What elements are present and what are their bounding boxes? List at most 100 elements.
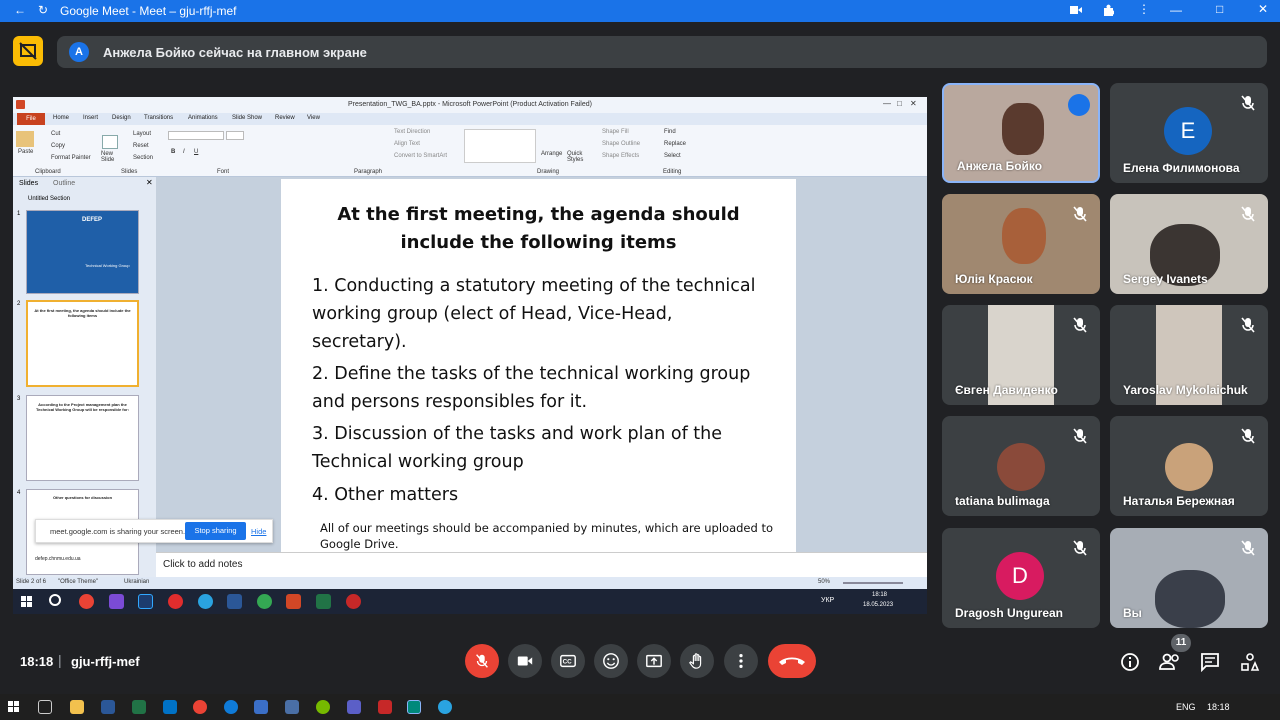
- paste-icon[interactable]: [16, 131, 34, 147]
- text-direction-button[interactable]: Text Direction: [394, 129, 430, 135]
- tab-insert[interactable]: Insert: [83, 115, 98, 121]
- participant-tile[interactable]: tatiana bulimaga: [942, 416, 1100, 516]
- align-text-button[interactable]: Align Text: [394, 141, 420, 147]
- task-view-icon[interactable]: [38, 700, 52, 714]
- search-icon[interactable]: [49, 594, 61, 606]
- format-painter-button[interactable]: Format Painter: [51, 155, 91, 161]
- participant-tile[interactable]: Євген Давиденко: [942, 305, 1100, 405]
- hide-link[interactable]: Hide: [251, 527, 266, 536]
- windows-start-icon[interactable]: [8, 701, 20, 713]
- file-explorer-icon[interactable]: [70, 700, 84, 714]
- minimize-icon[interactable]: —: [1170, 3, 1182, 17]
- tab-slide-show[interactable]: Slide Show: [232, 115, 262, 121]
- opera-icon[interactable]: [168, 594, 183, 609]
- shape-effects-button[interactable]: Shape Effects: [602, 153, 639, 159]
- captions-button[interactable]: CC: [551, 644, 585, 678]
- qgis-icon[interactable]: [316, 700, 330, 714]
- shape-fill-button[interactable]: Shape Fill: [602, 129, 629, 135]
- present-screen-button[interactable]: [637, 644, 671, 678]
- word-icon[interactable]: [227, 594, 242, 609]
- slide-thumbnail-selected[interactable]: At the first meeting, the agenda should …: [26, 300, 139, 387]
- tab-transitions[interactable]: Transitions: [144, 115, 173, 121]
- telegram-icon[interactable]: [198, 594, 213, 609]
- acrobat-icon[interactable]: [378, 700, 392, 714]
- reload-icon[interactable]: ↻: [38, 3, 48, 17]
- replace-button[interactable]: Replace: [664, 141, 686, 147]
- viber-icon[interactable]: [109, 594, 124, 609]
- current-slide[interactable]: At the first meeting, the agenda should …: [281, 179, 796, 552]
- slide-thumbnail[interactable]: According to the Project management plan…: [26, 395, 139, 481]
- slide-thumbnail[interactable]: DEFEP Technical Working Group: [26, 210, 139, 294]
- app-icon[interactable]: [254, 700, 268, 714]
- participant-tile[interactable]: Юлія Красюк: [942, 194, 1100, 294]
- chat-icon[interactable]: [1200, 652, 1220, 672]
- back-arrow-icon[interactable]: ←: [14, 3, 26, 17]
- powerpoint-taskbar-icon[interactable]: [286, 594, 301, 609]
- new-slide-button[interactable]: New Slide: [101, 151, 123, 163]
- tab-view[interactable]: View: [307, 115, 320, 121]
- participant-tile[interactable]: Yaroslav Mykolaichuk: [1110, 305, 1268, 405]
- chrome-icon[interactable]: [193, 700, 207, 714]
- microphone-toggle-button[interactable]: [465, 644, 499, 678]
- pp-maximize-icon[interactable]: □: [897, 99, 902, 108]
- info-icon[interactable]: [1120, 652, 1140, 672]
- font-name-field[interactable]: [168, 131, 224, 140]
- tab-home[interactable]: Home: [53, 115, 69, 121]
- excel-icon[interactable]: [132, 700, 146, 714]
- outline-panel-tab[interactable]: Outline: [53, 180, 75, 187]
- telegram-icon[interactable]: [438, 700, 452, 714]
- participant-tile[interactable]: Наталья Бережная: [1110, 416, 1268, 516]
- people-icon[interactable]: [1159, 652, 1181, 672]
- participant-tile[interactable]: Sergey Ivanets: [1110, 194, 1268, 294]
- windows-start-icon[interactable]: [21, 596, 33, 608]
- participant-tile[interactable]: Вы: [1110, 528, 1268, 628]
- edge-icon[interactable]: [224, 700, 238, 714]
- meet-taskbar-icon[interactable]: [407, 700, 421, 714]
- tab-file[interactable]: File: [17, 113, 45, 125]
- convert-smartart-button[interactable]: Convert to SmartArt: [394, 153, 447, 159]
- close-icon[interactable]: ✕: [1258, 2, 1268, 16]
- excel-icon[interactable]: [316, 594, 331, 609]
- camera-indicator-icon[interactable]: [1070, 5, 1082, 15]
- shape-outline-button[interactable]: Shape Outline: [602, 141, 640, 147]
- chrome-icon[interactable]: [79, 594, 94, 609]
- find-button[interactable]: Find: [664, 129, 676, 135]
- panel-close-icon[interactable]: ✕: [146, 178, 153, 187]
- photoshop-icon[interactable]: [138, 594, 153, 609]
- slides-panel-tab[interactable]: Slides: [19, 180, 38, 187]
- maximize-icon[interactable]: □: [1216, 2, 1223, 16]
- font-size-field[interactable]: [226, 131, 244, 140]
- tab-animations[interactable]: Animations: [188, 115, 218, 121]
- zoom-slider[interactable]: [843, 582, 903, 584]
- word-icon[interactable]: [101, 700, 115, 714]
- italic-button[interactable]: I: [183, 149, 185, 155]
- underline-button[interactable]: U: [194, 149, 198, 155]
- presentation-badge[interactable]: [13, 36, 43, 66]
- more-options-button[interactable]: [724, 644, 758, 678]
- select-button[interactable]: Select: [664, 153, 681, 159]
- participant-tile[interactable]: E Елена Филимонова: [1110, 83, 1268, 183]
- tab-review[interactable]: Review: [275, 115, 295, 121]
- reset-button[interactable]: Reset: [133, 143, 149, 149]
- section-button[interactable]: Section: [133, 155, 153, 161]
- cut-button[interactable]: Cut: [51, 131, 60, 137]
- stop-sharing-button[interactable]: Stop sharing: [185, 522, 246, 540]
- paste-button[interactable]: Paste: [18, 149, 33, 155]
- pp-minimize-icon[interactable]: —: [883, 99, 891, 108]
- shapes-gallery[interactable]: [464, 129, 536, 163]
- camera-toggle-button[interactable]: [508, 644, 542, 678]
- leave-call-button[interactable]: [768, 644, 816, 678]
- notes-pane[interactable]: Click to add notes: [156, 552, 927, 577]
- reactions-button[interactable]: [594, 644, 628, 678]
- tab-design[interactable]: Design: [112, 115, 131, 121]
- pp-close-icon[interactable]: ✕: [910, 99, 917, 108]
- participant-tile[interactable]: Анжела Бойко: [942, 83, 1100, 183]
- copy-button[interactable]: Copy: [51, 143, 65, 149]
- more-vert-icon[interactable]: ⋮: [1138, 2, 1150, 16]
- recorder-icon[interactable]: [346, 594, 361, 609]
- chrome-icon-2[interactable]: [257, 594, 272, 609]
- quick-styles-button[interactable]: Quick Styles: [567, 151, 591, 163]
- new-slide-icon[interactable]: [102, 135, 118, 149]
- raise-hand-button[interactable]: [680, 644, 714, 678]
- save-app-icon[interactable]: [285, 700, 299, 714]
